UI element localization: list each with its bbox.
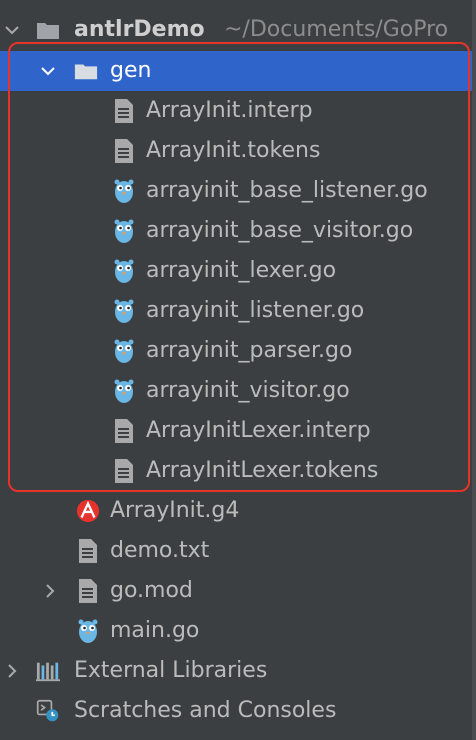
project-name: antlrDemo <box>74 17 205 42</box>
gopher-icon <box>112 217 136 245</box>
text-file-icon <box>112 457 136 485</box>
file-label: arrayinit_base_visitor.go <box>146 218 414 243</box>
external-libraries-label: External Libraries <box>74 658 268 683</box>
tree-row-scratches[interactable]: Scratches and Consoles <box>0 691 476 731</box>
text-file-icon <box>76 537 100 565</box>
folder-icon <box>74 57 98 85</box>
chevron-right-icon[interactable] <box>2 661 22 681</box>
gopher-icon <box>112 377 136 405</box>
text-file-icon <box>112 137 136 165</box>
file-label: demo.txt <box>110 538 210 563</box>
text-file-icon <box>76 577 100 605</box>
scratches-icon <box>36 697 60 725</box>
file-label: arrayinit_listener.go <box>146 298 365 323</box>
text-file-icon <box>112 97 136 125</box>
chevron-right-icon[interactable] <box>40 581 60 601</box>
library-icon <box>36 657 60 685</box>
file-label: ArrayInitLexer.interp <box>146 418 371 443</box>
tree-row-project-file[interactable]: main.go <box>0 611 476 651</box>
file-label: ArrayInit.g4 <box>110 498 240 523</box>
chevron-down-icon[interactable] <box>2 20 22 40</box>
tree-row-project-file[interactable]: demo.txt <box>0 531 476 571</box>
antlr-icon <box>76 497 100 525</box>
gopher-icon <box>112 177 136 205</box>
tree-row-gen-file[interactable]: ArrayInit.tokens <box>0 131 476 171</box>
scrollbar-track[interactable] <box>472 0 476 740</box>
file-label: arrayinit_lexer.go <box>146 258 337 283</box>
file-label: arrayinit_base_listener.go <box>146 178 428 203</box>
folder-label: gen <box>110 58 152 83</box>
tree-row-gen-file[interactable]: arrayinit_base_listener.go <box>0 171 476 211</box>
tree-row-gen-folder[interactable]: gen <box>0 51 476 91</box>
file-label: ArrayInit.interp <box>146 98 313 123</box>
file-label: arrayinit_visitor.go <box>146 378 350 403</box>
tree-row-gen-file[interactable]: arrayinit_base_visitor.go <box>0 211 476 251</box>
file-label: ArrayInit.tokens <box>146 138 321 163</box>
tree-row-gen-file[interactable]: ArrayInitLexer.tokens <box>0 451 476 491</box>
tree-row-gen-file[interactable]: arrayinit_parser.go <box>0 331 476 371</box>
file-label: ArrayInitLexer.tokens <box>146 458 379 483</box>
chevron-down-icon[interactable] <box>38 61 58 81</box>
gopher-icon <box>112 337 136 365</box>
tree-row-project-file[interactable]: go.mod <box>0 571 476 611</box>
folder-icon <box>36 16 60 44</box>
tree-row-project-root[interactable]: antlrDemo ~/Documents/GoPro <box>0 10 476 50</box>
tree-row-gen-file[interactable]: arrayinit_listener.go <box>0 291 476 331</box>
gopher-icon <box>112 257 136 285</box>
project-tree: antlrDemo ~/Documents/GoPro gen ArrayIni… <box>0 0 476 740</box>
file-label: main.go <box>110 618 200 643</box>
gopher-icon <box>112 297 136 325</box>
tree-row-external-libraries[interactable]: External Libraries <box>0 651 476 691</box>
tree-row-gen-file[interactable]: ArrayInitLexer.interp <box>0 411 476 451</box>
gopher-icon <box>76 617 100 645</box>
file-label: arrayinit_parser.go <box>146 338 353 363</box>
file-label: go.mod <box>110 578 193 603</box>
project-path: ~/Documents/GoPro <box>224 17 449 42</box>
scratches-label: Scratches and Consoles <box>74 698 337 723</box>
tree-row-gen-file[interactable]: arrayinit_visitor.go <box>0 371 476 411</box>
tree-row-gen-file[interactable]: ArrayInit.interp <box>0 91 476 131</box>
tree-row-project-file[interactable]: ArrayInit.g4 <box>0 491 476 531</box>
tree-row-gen-file[interactable]: arrayinit_lexer.go <box>0 251 476 291</box>
text-file-icon <box>112 417 136 445</box>
